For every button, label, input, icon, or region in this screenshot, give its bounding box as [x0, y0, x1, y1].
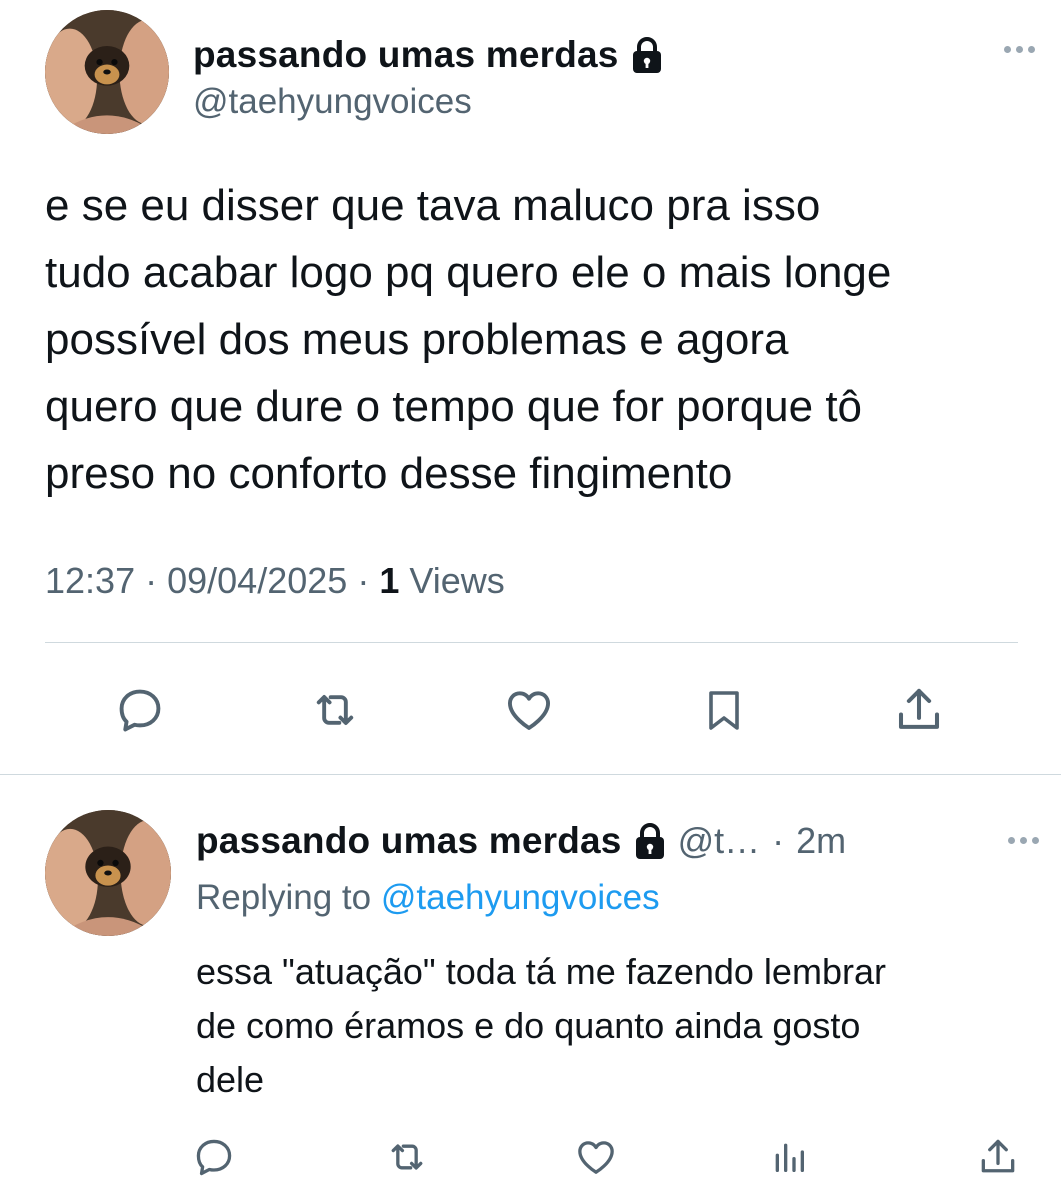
reply-icon[interactable] [108, 678, 172, 742]
author-name[interactable]: passando umas merdas [193, 34, 619, 76]
bookmark-icon[interactable] [692, 678, 756, 742]
avatar[interactable] [45, 810, 171, 936]
tweet-action-bar [0, 678, 1061, 742]
divider [0, 774, 1061, 775]
tweet-detail-page: passando umas merdas @taehyungvoices e s… [0, 0, 1061, 1200]
tweet-text: e se eu disser que tava maluco pra isso … [45, 181, 892, 498]
author-handle[interactable]: @t… [678, 820, 761, 862]
like-icon[interactable] [571, 1132, 621, 1182]
reply-author-row: passando umas merdas @t… · 2m [196, 820, 846, 862]
meta-separator: · [772, 820, 785, 861]
lock-icon [631, 36, 663, 74]
views-count[interactable]: 1 [379, 560, 399, 601]
tweet-time: 12:37 [45, 560, 136, 601]
more-options-icon[interactable] [1004, 46, 1035, 53]
lock-icon [634, 822, 666, 860]
reply-action-bar [0, 1132, 1061, 1182]
retweet-icon[interactable] [303, 678, 367, 742]
views-icon[interactable] [764, 1132, 814, 1182]
replying-prefix: Replying to [196, 878, 372, 917]
author-handle[interactable]: @taehyungvoices [193, 82, 472, 122]
replying-to: Replying to @taehyungvoices [196, 878, 660, 918]
more-options-icon[interactable] [1008, 837, 1039, 844]
main-tweet-header: passando umas merdas @taehyungvoices [45, 8, 1035, 136]
like-icon[interactable] [497, 678, 561, 742]
share-icon[interactable] [887, 678, 951, 742]
views-label[interactable]: Views [409, 560, 504, 601]
reply-icon[interactable] [189, 1132, 239, 1182]
share-icon[interactable] [973, 1132, 1023, 1182]
tweet-date: 09/04/2025 [167, 560, 348, 601]
tweet-meta: 12:37 · 09/04/2025 · 1 Views [45, 560, 505, 602]
reply-age: 2m [796, 820, 847, 861]
avatar[interactable] [45, 10, 169, 134]
retweet-icon[interactable] [382, 1132, 432, 1182]
author-row: passando umas merdas [193, 34, 663, 76]
author-name[interactable]: passando umas merdas [196, 820, 622, 862]
meta-separator: · [145, 560, 168, 601]
meta-separator: · [357, 560, 380, 601]
divider [45, 642, 1018, 643]
reply-text: essa "atuação" toda tá me fazendo lembra… [196, 951, 886, 1100]
replying-mention[interactable]: @taehyungvoices [381, 878, 660, 917]
